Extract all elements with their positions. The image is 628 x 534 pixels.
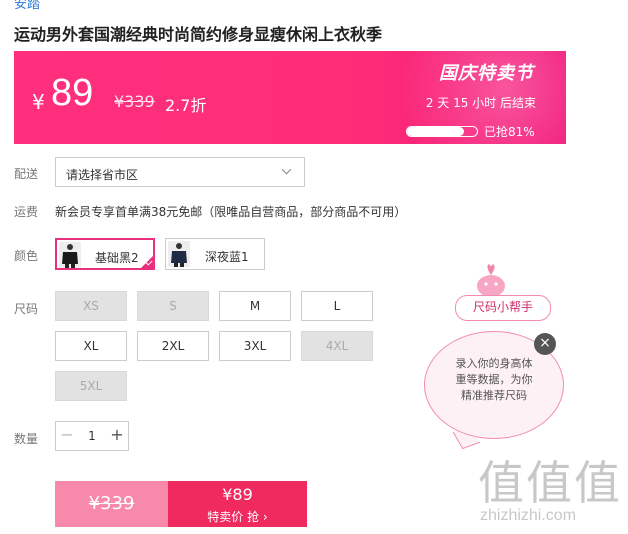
delivery-label: 配送 [14,167,39,181]
shipping-label: 运费 [14,205,39,219]
chevron-down-icon [281,164,292,175]
price-banner: ¥ 89 ¥339 2.7折 国庆特卖节 2 天 15 小时 后结束 已抢81% [14,51,566,144]
size-helper-line: 精准推荐尺码 [461,389,527,402]
original-price-button: ¥339 [55,481,168,527]
sale-price: 89 [51,72,94,114]
size-option-2xl[interactable]: 2XL [137,331,209,361]
color-option-black[interactable]: 基础黑2 [55,238,155,270]
quantity-stepper: − 1 + [55,421,129,451]
watermark: 值值值 zhizhizhi.com [478,447,628,534]
quantity-input[interactable]: 1 [78,422,106,450]
close-icon[interactable]: × [534,333,556,355]
shipping-info: 新会员专享首单满38元免邮（限唯品自营商品，部分商品不可用） [55,205,407,219]
product-thumbnail-black [59,242,81,268]
size-helper-line: 录入你的身高体 [455,357,533,370]
buy-price: ¥89 [222,485,253,504]
region-select[interactable]: 请选择省市区 [55,157,305,187]
color-option-navy[interactable]: 深夜蓝1 [165,238,265,270]
size-option-l[interactable]: L [301,291,373,321]
size-option-s[interactable]: S [137,291,209,321]
size-helper-line: 重等数据，为你 [455,373,533,386]
selected-check-icon [140,255,154,269]
quantity-label: 数量 [14,432,39,446]
product-thumbnail-navy [168,241,190,267]
buy-action-label: 特卖价 抢 [207,510,260,524]
buy-now-button[interactable]: ¥89 特卖价 抢 › [168,481,307,527]
size-helper-text: 录入你的身高体 重等数据，为你 精准推荐尺码 [440,356,548,404]
sold-progress-fill [407,127,464,136]
sold-text: 已抢81% [484,125,535,139]
product-title: 运动男外套国潮经典时尚简约修身显瘦休闲上衣秋季 [14,25,383,44]
price-currency: ¥ [32,90,45,114]
size-option-3xl[interactable]: 3XL [219,331,291,361]
color-option-label: 基础黑2 [95,251,139,265]
brand-link[interactable]: 安踏 [14,0,40,12]
mascot-icon [477,264,505,297]
discount: 2.7折 [165,96,207,115]
color-option-label: 深夜蓝1 [205,250,249,264]
watermark-logo: 值值值 [478,456,622,510]
size-helper-tag[interactable]: 尺码小帮手 [455,295,551,321]
original-price: ¥339 [114,92,155,111]
size-option-4xl[interactable]: 4XL [301,331,373,361]
quantity-plus-button[interactable]: + [106,422,128,450]
size-option-m[interactable]: M [219,291,291,321]
watermark-url: zhizhizhi.com [480,507,577,524]
chevron-right-icon: › [262,510,268,524]
size-option-xs[interactable]: XS [55,291,127,321]
buy-action: 特卖价 抢 › [168,508,307,525]
quantity-minus-button[interactable]: − [56,422,78,450]
size-option-5xl[interactable]: 5XL [55,371,127,401]
region-select-value: 请选择省市区 [66,168,139,182]
size-option-xl[interactable]: XL [55,331,127,361]
color-label: 颜色 [14,249,39,263]
countdown: 2 天 15 小时 后结束 [425,96,536,110]
sold-progress-bar [406,126,478,137]
festival-title: 国庆特卖节 [439,63,534,84]
size-label: 尺码 [14,302,39,316]
